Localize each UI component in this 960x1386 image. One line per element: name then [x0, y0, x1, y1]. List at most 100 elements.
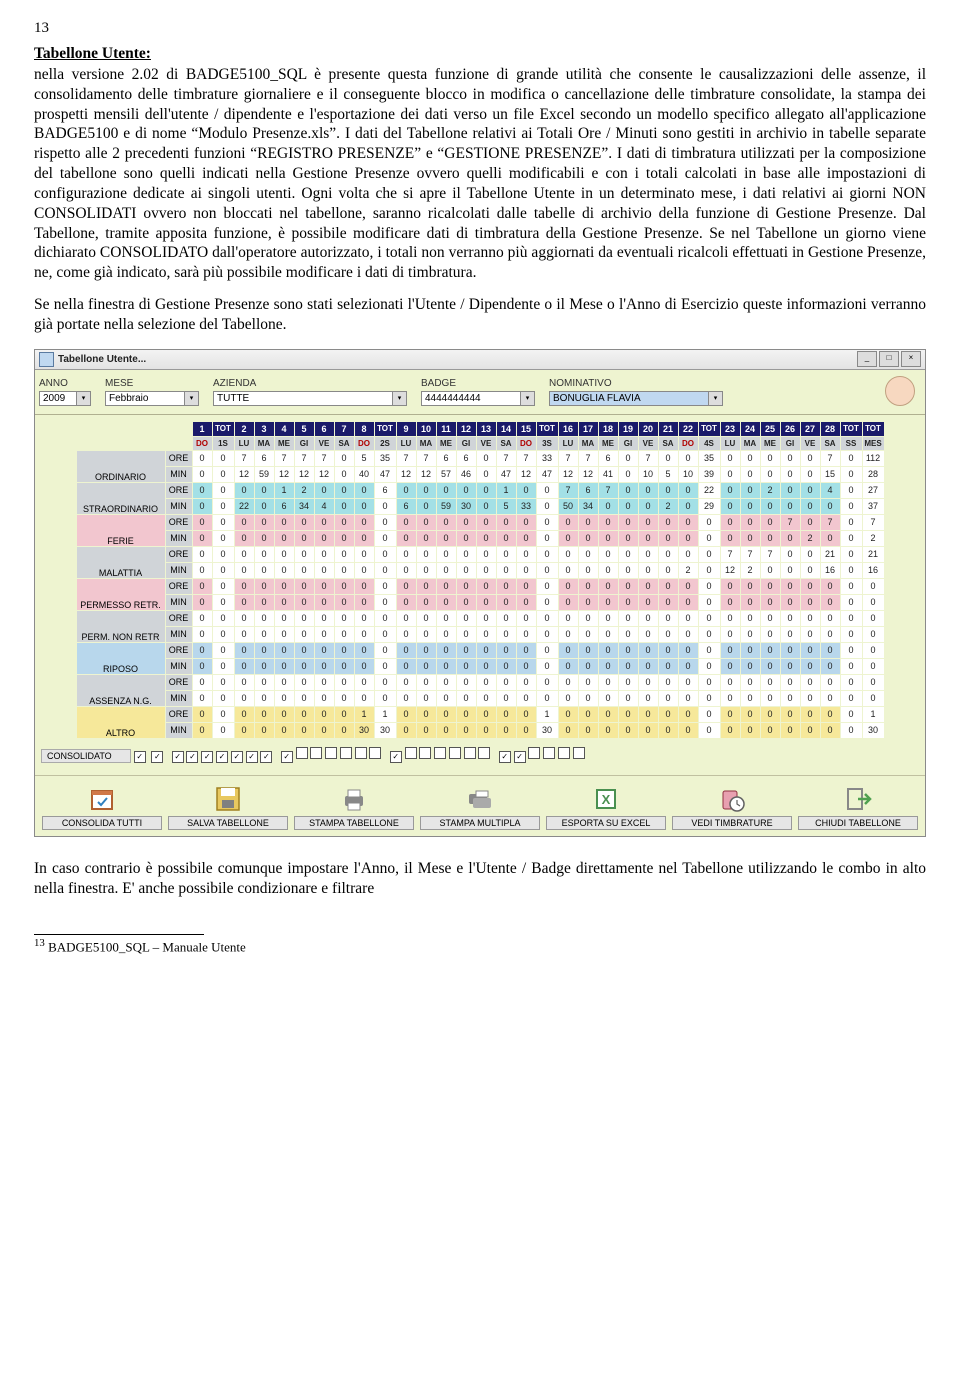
anno-dropdown[interactable]: ▾: [77, 391, 91, 406]
consolidato-checkbox[interactable]: ✓: [216, 751, 228, 763]
row-label: ASSENZA N.G.: [77, 675, 165, 706]
unit-cell: MIN: [166, 499, 192, 514]
azienda-dropdown[interactable]: ▾: [393, 391, 407, 406]
anno-combo[interactable]: 2009: [39, 391, 77, 406]
azienda-combo[interactable]: TUTTE: [213, 391, 393, 406]
consolidato-checkbox[interactable]: [573, 747, 585, 759]
unit-cell: ORE: [166, 643, 192, 658]
consolidato-checkbox[interactable]: [340, 747, 352, 759]
vedi-timbrature-button[interactable]: VEDI TIMBRATURE: [672, 784, 792, 830]
page-number: 13: [34, 20, 926, 37]
badge-label: BADGE: [421, 378, 535, 389]
bottom-toolbar: CONSOLIDA TUTTI SALVA TABELLONE STAMPA T…: [35, 775, 925, 836]
consolidato-checkbox[interactable]: [464, 747, 476, 759]
body-paragraph-2: Se nella finestra di Gestione Presenze s…: [34, 295, 926, 335]
consolidato-checkbox[interactable]: [296, 747, 308, 759]
consolidato-checkbox[interactable]: ✓: [499, 751, 511, 763]
consolidato-checkbox[interactable]: [478, 747, 490, 759]
consolidato-checkbox[interactable]: ✓: [172, 751, 184, 763]
unit-cell: MIN: [166, 723, 192, 738]
unit-cell: MIN: [166, 531, 192, 546]
unit-cell: MIN: [166, 627, 192, 642]
unit-cell: MIN: [166, 467, 192, 482]
restore-button[interactable]: □: [879, 351, 899, 367]
consolidato-checkbox[interactable]: ✓: [186, 751, 198, 763]
excel-icon: X: [591, 784, 621, 814]
consolidato-checkbox[interactable]: [558, 747, 570, 759]
unit-cell: ORE: [166, 579, 192, 594]
consolidato-checkbox[interactable]: [449, 747, 461, 759]
titlebar: Tabellone Utente... _ □ ×: [35, 350, 925, 370]
consolidato-checkbox[interactable]: ✓: [514, 751, 526, 763]
consolidato-checkbox[interactable]: [325, 747, 337, 759]
calendar-check-icon: [87, 784, 117, 814]
section-heading: Tabellone Utente:: [34, 45, 926, 63]
row-label: MALATTIA: [77, 547, 165, 578]
svg-text:X: X: [602, 792, 611, 807]
footnote: 13 BADGE5100_SQL – Manuale Utente: [34, 937, 926, 955]
filter-bar: ANNO 2009 ▾ MESE Febbraio ▾ AZIENDA TUTT…: [35, 370, 925, 415]
unit-cell: ORE: [166, 451, 192, 466]
window-title: Tabellone Utente...: [58, 354, 855, 365]
printer-multi-icon: [465, 784, 495, 814]
unit-cell: MIN: [166, 691, 192, 706]
consolidato-checkbox[interactable]: ✓: [260, 751, 272, 763]
unit-cell: ORE: [166, 611, 192, 626]
consolida-tutti-button[interactable]: CONSOLIDA TUTTI: [42, 784, 162, 830]
badge-dropdown[interactable]: ▾: [521, 391, 535, 406]
stampa-multipla-button[interactable]: STAMPA MULTIPLA: [420, 784, 540, 830]
unit-cell: MIN: [166, 563, 192, 578]
close-button[interactable]: ×: [901, 351, 921, 367]
row-label: FERIE: [77, 515, 165, 546]
consolidato-checkbox[interactable]: [405, 747, 417, 759]
row-label: STRAORDINARIO: [77, 483, 165, 514]
consolidato-checkbox[interactable]: [355, 747, 367, 759]
unit-cell: ORE: [166, 483, 192, 498]
unit-cell: ORE: [166, 707, 192, 722]
esporta-excel-button[interactable]: X ESPORTA SU EXCEL: [546, 784, 666, 830]
salva-tabellone-button[interactable]: SALVA TABELLONE: [168, 784, 288, 830]
consolidato-checkbox[interactable]: [310, 747, 322, 759]
consolidato-checkbox[interactable]: ✓: [246, 751, 258, 763]
tabellone-grid: 1TOT2345678TOT9101112131415TOT1617181920…: [76, 421, 885, 739]
row-label: PERM. NON RETR: [77, 611, 165, 642]
consolidato-checkbox[interactable]: [369, 747, 381, 759]
nominativo-combo[interactable]: BONUGLIA FLAVIA: [549, 391, 709, 406]
consolidato-checkbox[interactable]: [419, 747, 431, 759]
consolidato-checkbox[interactable]: ✓: [201, 751, 213, 763]
mese-dropdown[interactable]: ▾: [185, 391, 199, 406]
chiudi-tabellone-button[interactable]: CHIUDI TABELLONE: [798, 784, 918, 830]
badge-combo[interactable]: 4444444444: [421, 391, 521, 406]
consolidato-checkbox[interactable]: ✓: [231, 751, 243, 763]
stampa-tabellone-button[interactable]: STAMPA TABELLONE: [294, 784, 414, 830]
app-window: Tabellone Utente... _ □ × ANNO 2009 ▾ ME…: [34, 349, 926, 837]
floppy-icon: [213, 784, 243, 814]
consolidato-checkbox[interactable]: ✓: [281, 751, 293, 763]
body-paragraph-3: In caso contrario è possibile comunque i…: [34, 859, 926, 899]
consolidato-checkbox[interactable]: ✓: [134, 751, 146, 763]
unit-cell: MIN: [166, 595, 192, 610]
app-icon: [39, 352, 54, 367]
unit-cell: ORE: [166, 547, 192, 562]
consolidato-checkbox[interactable]: [434, 747, 446, 759]
unit-cell: ORE: [166, 675, 192, 690]
exit-icon: [843, 784, 873, 814]
avatar-icon: [885, 376, 915, 406]
footnote-rule: [34, 934, 204, 935]
unit-cell: ORE: [166, 515, 192, 530]
row-label: RIPOSO: [77, 643, 165, 674]
consolidato-checkbox[interactable]: ✓: [151, 751, 163, 763]
anno-label: ANNO: [39, 378, 91, 389]
row-label: PERMESSO RETR.: [77, 579, 165, 610]
body-paragraph-1: nella versione 2.02 di BADGE5100_SQL è p…: [34, 65, 926, 283]
printer-icon: [339, 784, 369, 814]
minimize-button[interactable]: _: [857, 351, 877, 367]
row-label: ORDINARIO: [77, 451, 165, 482]
azienda-label: AZIENDA: [213, 378, 407, 389]
consolidato-checkbox[interactable]: [543, 747, 555, 759]
mese-combo[interactable]: Febbraio: [105, 391, 185, 406]
consolidato-checkbox[interactable]: [528, 747, 540, 759]
nominativo-dropdown[interactable]: ▾: [709, 391, 723, 406]
unit-cell: MIN: [166, 659, 192, 674]
consolidato-checkbox[interactable]: ✓: [390, 751, 402, 763]
